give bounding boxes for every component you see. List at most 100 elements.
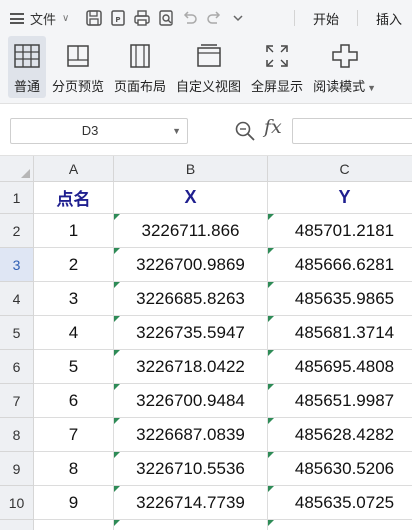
number-as-text-indicator-icon — [114, 350, 120, 356]
spreadsheet-grid: A B C 1 点名 X Y 2 1 3226711.866 485701.2181 3 2 322670… — [0, 156, 412, 530]
table-cell[interactable]: 6 — [34, 384, 114, 418]
select-all-triangle-icon — [21, 169, 30, 178]
file-menu-button[interactable]: 文件 ∨ — [0, 0, 73, 36]
table-cell[interactable]: 485681.3714 — [268, 316, 412, 350]
column-header-b[interactable]: B — [114, 156, 268, 182]
custom-view-icon — [194, 42, 224, 70]
table-cell[interactable]: 3 — [34, 282, 114, 316]
column-header-a[interactable]: A — [34, 156, 114, 182]
table-cell[interactable]: 3226685.8263 — [114, 282, 268, 316]
number-as-text-indicator-icon — [268, 486, 274, 492]
table-cell[interactable]: 4 — [34, 316, 114, 350]
page-break-preview-button[interactable]: 分页预览 — [48, 36, 108, 98]
normal-view-icon — [12, 42, 42, 70]
row-header-11[interactable]: 11 — [0, 520, 34, 530]
table-cell[interactable]: 485695.4808 — [268, 350, 412, 384]
row-header-5[interactable]: 5 — [0, 316, 34, 350]
table-header-cell[interactable]: Y — [268, 182, 412, 214]
table-cell[interactable]: 485666.6281 — [268, 248, 412, 282]
save-icon[interactable] — [83, 7, 105, 29]
table-cell[interactable]: 3226700.9869 — [114, 248, 268, 282]
table-cell[interactable]: 485638.0541 — [268, 520, 412, 530]
table-cell[interactable]: 3226687.0839 — [114, 418, 268, 452]
row-header-7[interactable]: 7 — [0, 384, 34, 418]
table-cell[interactable]: 485651.9987 — [268, 384, 412, 418]
name-box-value: D3 — [81, 123, 99, 138]
table-header-cell[interactable]: X — [114, 182, 268, 214]
number-as-text-indicator-icon — [268, 282, 274, 288]
row-header-10[interactable]: 10 — [0, 486, 34, 520]
row-header-8[interactable]: 8 — [0, 418, 34, 452]
hamburger-icon — [10, 12, 24, 24]
fullscreen-label: 全屏显示 — [251, 79, 304, 94]
table-cell[interactable]: 485628.4282 — [268, 418, 412, 452]
number-as-text-indicator-icon — [114, 452, 120, 458]
tab-start[interactable]: 开始 — [303, 9, 349, 28]
zoom-icon[interactable] — [234, 120, 256, 142]
tab-insert[interactable]: 插入 — [366, 9, 412, 28]
table-cell[interactable]: 8 — [34, 452, 114, 486]
row-header-6[interactable]: 6 — [0, 350, 34, 384]
row-header-9[interactable]: 9 — [0, 452, 34, 486]
export-pdf-icon[interactable]: P — [107, 7, 129, 29]
number-as-text-indicator-icon — [268, 384, 274, 390]
number-as-text-indicator-icon — [114, 316, 120, 322]
number-as-text-indicator-icon — [268, 520, 274, 526]
table-cell[interactable]: 485630.5206 — [268, 452, 412, 486]
select-all-corner[interactable] — [0, 156, 34, 182]
name-box-dropdown-icon[interactable]: ▼ — [172, 119, 181, 143]
menu-bar: 文件 ∨ P 开始 插入 — [0, 0, 412, 36]
formula-input[interactable] — [292, 118, 412, 144]
row-header-2[interactable]: 2 — [0, 214, 34, 248]
chevron-down-icon: ∨ — [62, 12, 70, 24]
reading-mode-button[interactable]: 阅读模式 ▼ — [309, 36, 380, 98]
table-cell[interactable]: 3226714.7739 — [114, 486, 268, 520]
table-header-cell[interactable]: 点名 — [34, 182, 114, 214]
page-layout-button[interactable]: 页面布局 — [110, 36, 170, 98]
table-cell[interactable]: 485635.0725 — [268, 486, 412, 520]
table-cell[interactable]: 485635.9865 — [268, 282, 412, 316]
name-box[interactable]: D3 ▼ — [10, 118, 188, 144]
dropdown-arrow-icon[interactable]: ▼ — [367, 83, 376, 93]
view-ribbon: 普通 分页预览 页面布局 自定义视图 全屏显示 阅读模式 ▼ — [0, 36, 412, 104]
print-preview-icon[interactable] — [155, 7, 177, 29]
more-options-icon[interactable] — [227, 7, 249, 29]
table-cell[interactable]: 3226710.5536 — [114, 452, 268, 486]
number-as-text-indicator-icon — [268, 316, 274, 322]
fullscreen-icon — [262, 42, 292, 70]
table-cell[interactable]: 9 — [34, 486, 114, 520]
table-cell[interactable]: 5 — [34, 350, 114, 384]
reading-mode-label: 阅读模式 ▼ — [313, 76, 376, 95]
table-cell[interactable]: 10 — [34, 520, 114, 530]
table-cell[interactable]: 3226700.9484 — [114, 384, 268, 418]
number-as-text-indicator-icon — [114, 248, 120, 254]
number-as-text-indicator-icon — [114, 214, 120, 220]
row-header-1[interactable]: 1 — [0, 182, 34, 214]
table-cell[interactable]: 3226735.5947 — [114, 316, 268, 350]
column-header-c[interactable]: C — [268, 156, 412, 182]
normal-view-button[interactable]: 普通 — [8, 36, 46, 98]
undo-icon[interactable] — [179, 7, 201, 29]
ribbon-tabs: 开始 插入 — [286, 0, 412, 36]
number-as-text-indicator-icon — [268, 350, 274, 356]
page-layout-icon — [125, 42, 155, 70]
divider — [293, 10, 295, 26]
row-header-4[interactable]: 4 — [0, 282, 34, 316]
table-cell[interactable]: 3226718.0422 — [114, 350, 268, 384]
number-as-text-indicator-icon — [114, 418, 120, 424]
table-cell[interactable]: 485701.2181 — [268, 214, 412, 248]
file-menu-label: 文件 — [30, 11, 57, 27]
custom-view-button[interactable]: 自定义视图 — [172, 36, 245, 98]
table-cell[interactable]: 2 — [34, 248, 114, 282]
table-cell[interactable]: 3226721.0793 — [114, 520, 268, 530]
print-icon[interactable] — [131, 7, 153, 29]
row-header-3[interactable]: 3 — [0, 248, 34, 282]
number-as-text-indicator-icon — [114, 384, 120, 390]
table-cell[interactable]: 3226711.866 — [114, 214, 268, 248]
table-cell[interactable]: 7 — [34, 418, 114, 452]
table-cell[interactable]: 1 — [34, 214, 114, 248]
fullscreen-button[interactable]: 全屏显示 — [247, 36, 307, 98]
redo-icon[interactable] — [203, 7, 225, 29]
insert-function-button[interactable]: fx — [264, 116, 282, 138]
number-as-text-indicator-icon — [268, 248, 274, 254]
